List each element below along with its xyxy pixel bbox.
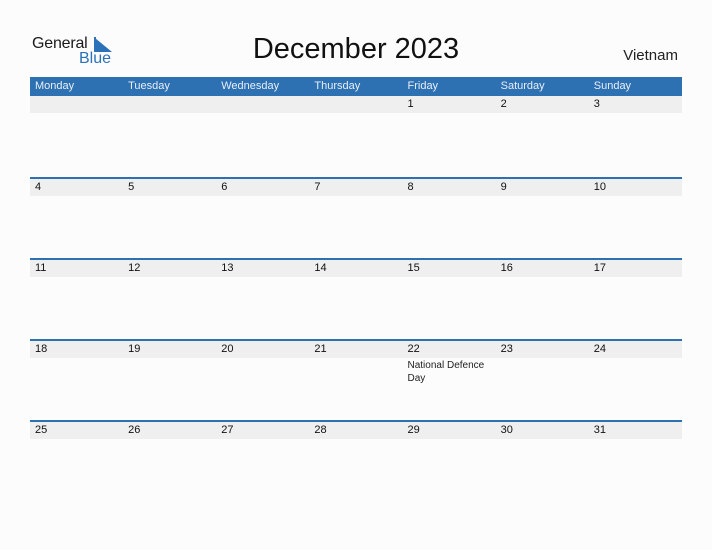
day-cell (123, 358, 216, 385)
day-cell (30, 439, 123, 440)
events-area: National Defence Day (30, 358, 682, 385)
date-strip: 11 12 13 14 15 16 17 (30, 260, 682, 277)
weekday-monday: Monday (35, 80, 75, 92)
day-number: 11 (35, 262, 47, 274)
day-number (216, 96, 309, 113)
day-cell (496, 358, 589, 385)
day-number: 19 (128, 343, 141, 355)
date-strip: 1 2 3 (30, 96, 682, 113)
events-area (30, 277, 682, 278)
day-number (309, 96, 402, 113)
day-cell (589, 358, 682, 385)
day-number: 1 (407, 98, 414, 110)
day-number: 8 (407, 181, 414, 193)
events-area (30, 439, 682, 440)
weekday-header: Monday Tuesday Wednesday Thursday Friday Satu… (30, 77, 682, 96)
date-strip: 4 5 6 7 8 9 10 (30, 179, 682, 196)
day-number: 10 (593, 181, 606, 193)
weekday-friday: Friday (407, 80, 439, 92)
day-cell (123, 196, 216, 197)
day-cell (30, 358, 123, 385)
day-cell (589, 277, 682, 278)
day-cell (309, 439, 402, 440)
day-cell (496, 113, 589, 114)
day-cell (309, 358, 402, 385)
events-area (30, 113, 682, 114)
day-number: 26 (128, 424, 141, 436)
week-row: 18 19 20 21 22 23 24 National Defence Day (30, 339, 682, 422)
weekday-thursday: Thursday (314, 80, 361, 92)
day-cell (496, 196, 589, 197)
week-row: 4 5 6 7 8 9 10 (30, 177, 682, 260)
day-number: 31 (593, 424, 606, 436)
day-number: 2 (500, 98, 507, 110)
day-cell (216, 196, 309, 197)
day-number: 30 (500, 424, 513, 436)
day-number: 3 (593, 98, 600, 110)
calendar-grid: Monday Tuesday Wednesday Thursday Friday Satu… (30, 77, 682, 439)
day-number: 22 (407, 343, 420, 355)
day-cell (123, 439, 216, 440)
day-cell (309, 113, 402, 114)
day-cell (216, 113, 309, 114)
day-cell (403, 113, 496, 114)
country-label: Vietnam (623, 47, 678, 64)
day-number (30, 96, 123, 113)
day-number: 27 (221, 424, 234, 436)
day-number: 17 (593, 262, 606, 274)
day-number: 24 (593, 343, 606, 355)
day-cell (589, 439, 682, 440)
day-cell (589, 113, 682, 114)
day-number (123, 96, 216, 113)
weekday-sunday: Sunday (593, 80, 632, 92)
day-number: 18 (35, 343, 48, 355)
day-number: 7 (314, 181, 321, 193)
day-number: 21 (314, 343, 327, 355)
day-number: 20 (221, 343, 234, 355)
day-number: 28 (314, 424, 327, 436)
week-row: 11 12 13 14 15 16 17 (30, 258, 682, 341)
date-strip: 18 19 20 21 22 23 24 (30, 341, 682, 358)
weekday-tuesday: Tuesday (128, 80, 170, 92)
day-number: 4 (35, 181, 42, 193)
day-number: 13 (221, 262, 234, 274)
day-cell (30, 277, 123, 278)
day-cell (216, 277, 309, 278)
events-area (30, 196, 682, 197)
day-number: 29 (407, 424, 420, 436)
day-cell (216, 358, 309, 385)
day-number: 14 (314, 262, 327, 274)
day-number: 12 (128, 262, 141, 274)
day-cell (216, 439, 309, 440)
day-cell (403, 277, 496, 278)
day-cell (496, 277, 589, 278)
day-number: 15 (407, 262, 420, 274)
day-cell (309, 196, 402, 197)
date-strip: 25 26 27 28 29 30 31 (30, 422, 682, 439)
day-number: 5 (128, 181, 135, 193)
day-number: 9 (500, 181, 507, 193)
day-number: 25 (35, 424, 48, 436)
day-cell (123, 277, 216, 278)
week-row: 25 26 27 28 29 30 31 (30, 420, 682, 503)
day-number: 6 (221, 181, 228, 193)
weekday-wednesday: Wednesday (221, 80, 280, 92)
day-number: 23 (500, 343, 513, 355)
day-cell (589, 196, 682, 197)
day-cell (30, 196, 123, 197)
day-cell (403, 196, 496, 197)
day-cell (403, 439, 496, 440)
weekday-saturday: Saturday (500, 80, 545, 92)
week-row: 1 2 3 (30, 96, 682, 177)
calendar-title: December 2023 (252, 33, 460, 65)
day-cell (309, 277, 402, 278)
day-cell (123, 113, 216, 114)
day-cell (30, 113, 123, 114)
day-cell (496, 439, 589, 440)
day-number: 16 (500, 262, 513, 274)
holiday-label: National Defence Day (407, 360, 485, 384)
